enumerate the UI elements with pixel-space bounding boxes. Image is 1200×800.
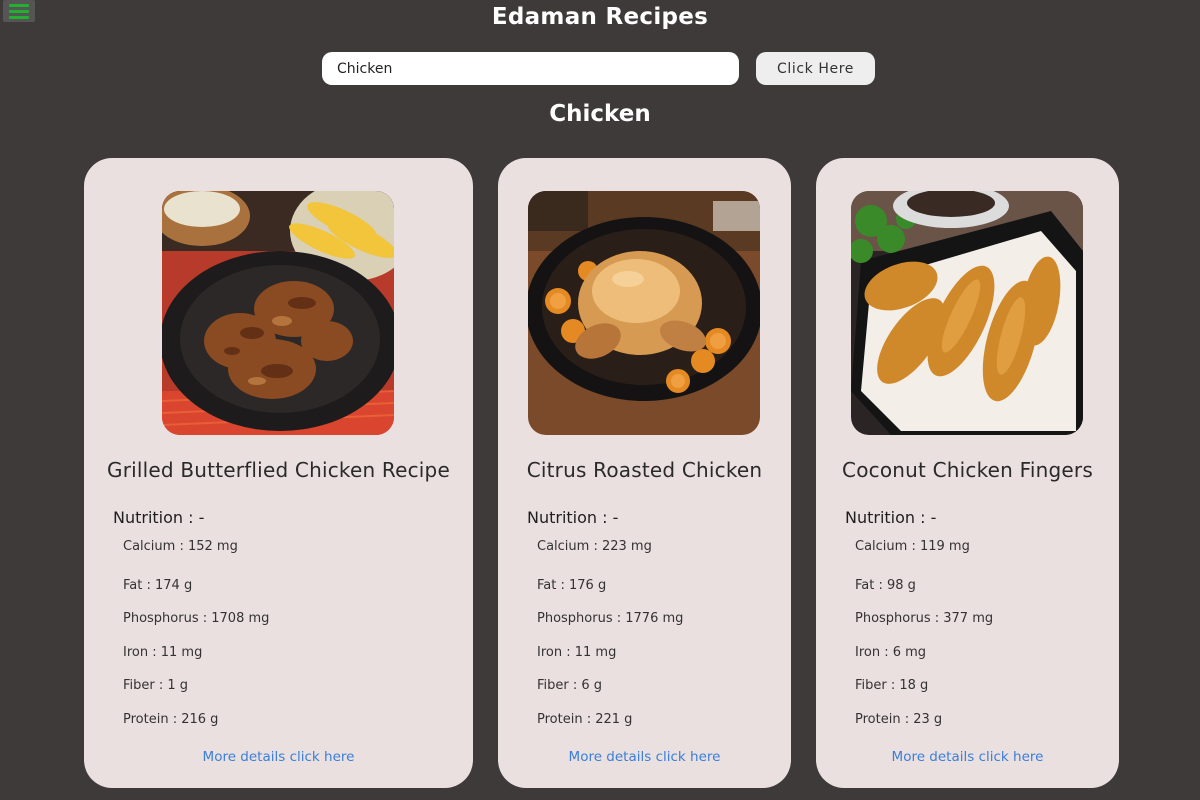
nutrient-fiber: Fiber : 6 g xyxy=(537,678,603,693)
app-title: Edaman Recipes xyxy=(491,4,709,30)
nutrient-fiber: Fiber : 1 g xyxy=(123,678,189,693)
nutrient-protein: Protein : 216 g xyxy=(123,712,219,727)
nutrient-phosphorus: Phosphorus : 377 mg xyxy=(855,611,994,626)
nutrition-heading: Nutrition : - xyxy=(845,508,937,527)
recipe-card: Grilled Butterflied Chicken Recipe Nutri… xyxy=(84,158,473,788)
recipe-image-citrus-chicken[interactable] xyxy=(528,191,760,435)
search-button[interactable]: Click Here xyxy=(756,52,875,85)
recipe-image-grilled-chicken[interactable] xyxy=(162,191,394,435)
recipe-card: Coconut Chicken Fingers Nutrition : - Ca… xyxy=(816,158,1119,788)
recipe-title: Grilled Butterflied Chicken Recipe xyxy=(107,458,450,482)
recipe-title: Citrus Roasted Chicken xyxy=(526,458,763,482)
search-input[interactable] xyxy=(322,52,739,85)
recipe-image-coconut-chicken[interactable] xyxy=(851,191,1083,435)
nutrition-heading: Nutrition : - xyxy=(527,508,619,527)
nutrient-protein: Protein : 221 g xyxy=(537,712,633,727)
nutrient-phosphorus: Phosphorus : 1776 mg xyxy=(537,611,684,626)
results-heading: Chicken xyxy=(549,101,651,127)
recipe-title: Coconut Chicken Fingers xyxy=(842,458,1093,482)
more-details-link[interactable]: More details click here xyxy=(816,749,1119,765)
nutrient-phosphorus: Phosphorus : 1708 mg xyxy=(123,611,270,626)
nutrient-fat: Fat : 176 g xyxy=(537,578,607,593)
nutrient-calcium: Calcium : 152 mg xyxy=(123,539,238,554)
nutrient-iron: Iron : 11 mg xyxy=(537,645,617,660)
nutrient-fat: Fat : 98 g xyxy=(855,578,916,593)
nutrient-protein: Protein : 23 g xyxy=(855,712,943,727)
more-details-link[interactable]: More details click here xyxy=(84,749,473,765)
more-details-link[interactable]: More details click here xyxy=(498,749,791,765)
nutrient-iron: Iron : 11 mg xyxy=(123,645,203,660)
nutrient-calcium: Calcium : 119 mg xyxy=(855,539,970,554)
nutrient-fiber: Fiber : 18 g xyxy=(855,678,929,693)
recipe-card: Citrus Roasted Chicken Nutrition : - Cal… xyxy=(498,158,791,788)
nutrient-calcium: Calcium : 223 mg xyxy=(537,539,652,554)
nutrient-iron: Iron : 6 mg xyxy=(855,645,927,660)
nutrition-heading: Nutrition : - xyxy=(113,508,205,527)
search-bar: Click Here xyxy=(0,52,1200,85)
nutrient-fat: Fat : 174 g xyxy=(123,578,193,593)
